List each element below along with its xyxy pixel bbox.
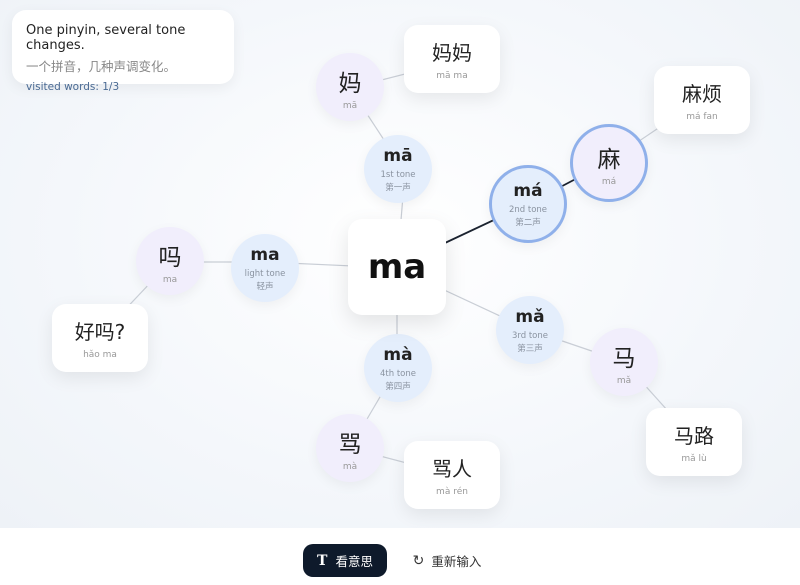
tone-label-zh: 第二声: [515, 217, 541, 228]
tone-label-zh: 第三声: [517, 343, 543, 354]
tone-label-zh: 第四声: [385, 381, 411, 392]
char-pinyin: mā: [342, 100, 358, 111]
tone-node-4th[interactable]: mà 4th tone 第四声: [364, 334, 432, 402]
char-pinyin: mà: [342, 461, 358, 472]
visited-counter: visited words: 1/3: [26, 81, 120, 93]
reset-input-label: 重新输入: [431, 554, 482, 569]
tone-label-en: 1st tone: [380, 169, 416, 180]
word-card-malu[interactable]: 马路 mǎ lù: [646, 408, 742, 476]
tone-node-light[interactable]: ma light tone 轻声: [231, 234, 299, 302]
tone-label-en: 2nd tone: [508, 204, 548, 215]
tone-label-zh: 第一声: [385, 182, 411, 193]
text-t-icon: T: [317, 552, 328, 569]
view-meaning-label: 看意思: [335, 554, 373, 569]
reset-input-button[interactable]: ↻ 重新输入: [402, 544, 492, 577]
info-title-zh: 一个拼音，几种声调变化。: [26, 59, 177, 74]
tone-label-en: 3rd tone: [511, 330, 548, 341]
mind-map-canvas: One pinyin, several tone changes. 一个拼音，几…: [0, 0, 800, 528]
info-title-en: One pinyin, several tone changes.: [26, 23, 186, 53]
char-pinyin: má: [601, 176, 617, 187]
tone-label-en: 4th tone: [380, 368, 416, 379]
tone-label-en: light tone: [244, 268, 286, 279]
char-node-ma1[interactable]: 妈 mā: [316, 53, 384, 121]
char-han: 妈: [338, 70, 362, 97]
word-han: 好吗?: [74, 320, 126, 344]
tone-node-3rd[interactable]: mǎ 3rd tone 第三声: [496, 296, 564, 364]
char-han: 麻: [597, 146, 621, 173]
bottom-toolbar: [0, 528, 800, 585]
tone-syllable: mà: [383, 344, 413, 365]
word-pinyin: mà rén: [436, 487, 468, 497]
word-pinyin: mā ma: [436, 71, 468, 81]
char-node-ma2[interactable]: 麻 má: [570, 124, 648, 202]
tone-node-1st[interactable]: mā 1st tone 第一声: [364, 135, 432, 203]
char-pinyin: ma: [162, 274, 178, 285]
char-node-ma0[interactable]: 吗 ma: [136, 227, 204, 295]
word-pinyin: hǎo ma: [83, 350, 117, 360]
tone-label-zh: 轻声: [256, 281, 274, 292]
center-pinyin: ma: [367, 247, 427, 287]
tone-node-2nd[interactable]: má 2nd tone 第二声: [489, 165, 567, 243]
word-han: 妈妈: [432, 41, 472, 65]
word-card-mama[interactable]: 妈妈 mā ma: [404, 25, 500, 93]
word-pinyin: má fan: [686, 112, 718, 122]
word-card-maren[interactable]: 骂人 mà rén: [404, 441, 500, 509]
word-han: 骂人: [432, 457, 472, 481]
word-card-mafan[interactable]: 麻烦 má fan: [654, 66, 750, 134]
info-panel: One pinyin, several tone changes. 一个拼音，几…: [12, 10, 234, 93]
char-han: 骂: [338, 431, 362, 458]
tone-syllable: má: [513, 180, 543, 201]
center-pinyin-card[interactable]: ma: [348, 219, 446, 315]
refresh-icon: ↻: [412, 552, 425, 569]
view-meaning-button[interactable]: T 看意思: [303, 544, 387, 577]
char-node-ma4[interactable]: 骂 mà: [316, 414, 384, 482]
tone-syllable: mǎ: [515, 306, 545, 327]
word-han: 马路: [674, 424, 714, 448]
char-han: 马: [612, 345, 636, 372]
char-han: 吗: [158, 244, 182, 271]
word-card-haoma[interactable]: 好吗? hǎo ma: [52, 304, 148, 372]
word-pinyin: mǎ lù: [681, 454, 707, 464]
tone-syllable: ma: [250, 244, 280, 265]
char-node-ma3[interactable]: 马 mǎ: [590, 328, 658, 396]
word-han: 麻烦: [682, 82, 722, 106]
char-pinyin: mǎ: [616, 375, 632, 386]
tone-syllable: mā: [383, 145, 413, 166]
